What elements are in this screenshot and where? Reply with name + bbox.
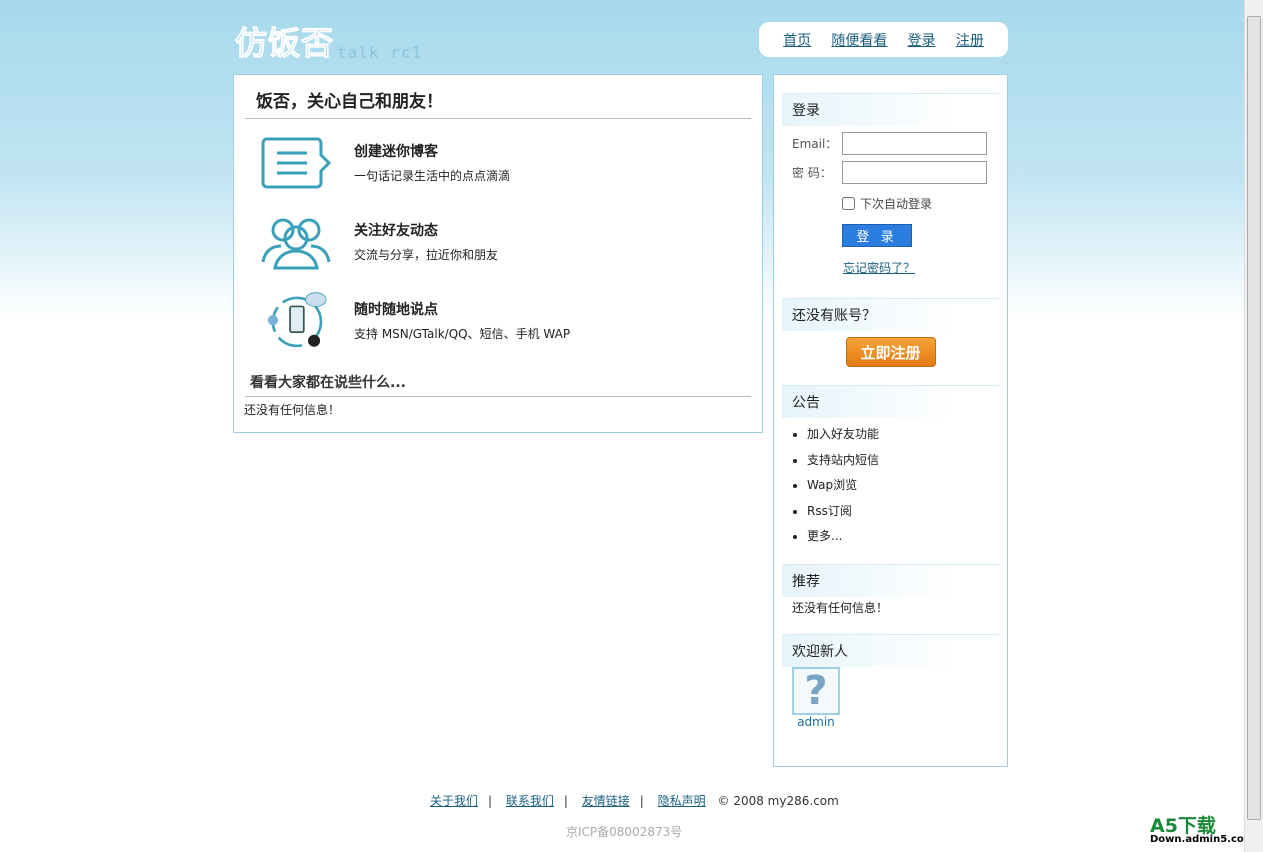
- user-card[interactable]: ? admin: [792, 666, 840, 729]
- recommend-empty: 还没有任何信息！: [792, 600, 889, 615]
- empty-message: 还没有任何信息！: [244, 403, 341, 417]
- remember-checkbox[interactable]: [842, 197, 855, 210]
- password-label: 密 码：: [792, 166, 832, 180]
- login-button[interactable]: 登 录: [842, 224, 912, 247]
- notice-title: 公告: [782, 385, 999, 418]
- avatar[interactable]: ?: [792, 666, 840, 715]
- notice-item: Wap浏览: [807, 473, 999, 499]
- chat-bubble-icon: [261, 137, 332, 188]
- feature-desc: 一句话记录生活中的点点滴滴: [354, 169, 511, 183]
- remember-label: 下次自动登录: [860, 197, 933, 211]
- nav-login[interactable]: 登录: [908, 30, 936, 50]
- login-box: 登录 Email： 密 码： 下次自动登录 登 录 忘记密码了？: [782, 93, 999, 276]
- feature-item: 随时随地说点支持 MSN/GTalk/QQ、短信、手机 WAP: [234, 281, 762, 360]
- recommend-title: 推荐: [782, 563, 999, 597]
- feature-item: 关注好友动态交流与分享，拉近你和朋友: [234, 202, 762, 281]
- timeline-heading: 看看大家都在说些什么...: [250, 375, 406, 391]
- scrollbar-thumb[interactable]: [1247, 16, 1261, 820]
- newcomers-title: 欢迎新人: [782, 633, 999, 667]
- email-label: Email：: [792, 137, 838, 151]
- site-logo[interactable]: 仿饭否 talk rc1: [234, 18, 423, 64]
- email-input[interactable]: [842, 132, 987, 155]
- icp-number: 京ICP备08002873号: [566, 825, 683, 839]
- notice-box: 公告 加入好友功能 支持站内短信 Wap浏览 Rss订阅 更多...: [782, 385, 999, 550]
- footer: 关于我们 | 联系我们 | 友情链接 | 隐私声明 © 2008 my286.com: [430, 794, 839, 808]
- register-button[interactable]: 立即注册: [845, 337, 936, 367]
- feature-desc: 交流与分享，拉近你和朋友: [354, 248, 499, 262]
- feature-item: 创建迷你博客一句话记录生活中的点点滴滴: [234, 123, 762, 202]
- mobile-im-icon: [267, 291, 327, 347]
- nav-register[interactable]: 注册: [956, 30, 984, 50]
- footer-contact[interactable]: 联系我们: [506, 794, 554, 808]
- signup-box: 还没有账号？ 立即注册: [782, 298, 999, 367]
- notice-item: 支持站内短信: [807, 448, 999, 474]
- nav-browse[interactable]: 随便看看: [831, 30, 887, 50]
- user-name[interactable]: admin: [797, 715, 835, 729]
- newcomers-box: 欢迎新人 ? admin: [782, 633, 999, 729]
- logo-subtext: talk rc1: [337, 43, 423, 62]
- watermark: A5下载 Down.admin5.com: [1150, 817, 1255, 845]
- footer-links[interactable]: 友情链接: [582, 794, 630, 808]
- login-title: 登录: [782, 93, 999, 126]
- top-nav: 首页 随便看看 登录 注册: [759, 22, 1008, 57]
- divider: [245, 118, 751, 119]
- feature-title: 创建迷你博客: [354, 144, 438, 160]
- recommend-box: 推荐 还没有任何信息！: [782, 563, 999, 616]
- password-input[interactable]: [842, 161, 987, 184]
- scrollbar[interactable]: [1244, 0, 1263, 852]
- friends-icon: [261, 218, 331, 269]
- footer-about[interactable]: 关于我们: [430, 794, 478, 808]
- nav-home[interactable]: 首页: [783, 30, 811, 50]
- logo-text: 仿饭否: [234, 24, 335, 63]
- notice-item: Rss订阅: [807, 499, 999, 525]
- feature-title: 随时随地说点: [354, 302, 438, 318]
- main-panel: 饭否，关心自己和朋友！ 创建迷你博客一句话记录生活中的点点滴滴 关注好友动态交流…: [233, 74, 763, 433]
- signup-title: 还没有账号？: [782, 298, 999, 331]
- copyright: © 2008 my286.com: [717, 794, 839, 808]
- forgot-password-link[interactable]: 忘记密码了？: [843, 259, 999, 276]
- feature-title: 关注好友动态: [354, 223, 438, 239]
- notice-item[interactable]: 更多...: [807, 524, 999, 550]
- divider: [245, 396, 751, 397]
- footer-privacy[interactable]: 隐私声明: [658, 794, 706, 808]
- notice-item: 加入好友功能: [807, 422, 999, 448]
- page-title: 饭否，关心自己和朋友！: [256, 92, 443, 112]
- feature-desc: 支持 MSN/GTalk/QQ、短信、手机 WAP: [354, 327, 571, 341]
- watermark-sub: Down.admin5.com: [1150, 834, 1255, 845]
- sidebar: 登录 Email： 密 码： 下次自动登录 登 录 忘记密码了？ 还没有账号？ …: [773, 74, 1008, 767]
